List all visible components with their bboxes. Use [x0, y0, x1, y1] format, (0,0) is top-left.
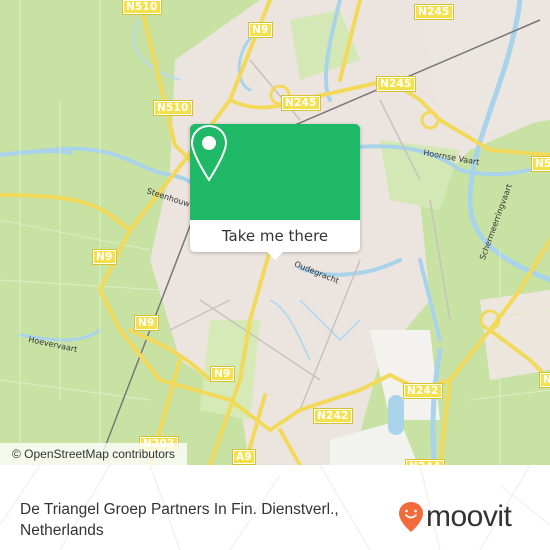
place-name-line2: Netherlands	[20, 522, 104, 539]
road-label-n9: N9	[92, 249, 117, 265]
road-label-n245: N245	[414, 4, 454, 20]
road-label-a9: A9	[232, 449, 256, 465]
moovit-logo[interactable]: moovit	[398, 500, 512, 533]
popup-header	[190, 124, 360, 220]
road-label-n242: N242	[313, 408, 353, 424]
road-label-n245: N245	[376, 76, 416, 92]
road-label-n510: N510	[153, 100, 193, 116]
road-label-n50: N50	[531, 156, 550, 172]
moovit-wordmark: moovit	[426, 500, 512, 533]
take-me-there-button[interactable]: Take me there	[190, 220, 360, 252]
map-attribution[interactable]: © OpenStreetMap contributors	[0, 443, 187, 465]
footer: De Triangel Groep Partners In Fin. Diens…	[0, 465, 550, 550]
road-label-n9: N9	[210, 366, 235, 382]
road-label-n9: N9	[134, 315, 159, 331]
road-label-n242: N242	[403, 383, 443, 399]
place-name-line1: De Triangel Groep Partners In Fin. Diens…	[20, 501, 339, 518]
location-pin-icon	[190, 124, 228, 182]
location-popup[interactable]: Take me there	[190, 124, 360, 260]
road-label-n9: N9	[248, 22, 273, 38]
popup-pointer	[267, 252, 283, 260]
place-name: De Triangel Groep Partners In Fin. Diens…	[20, 499, 339, 541]
moovit-logo-icon	[399, 502, 423, 532]
road-label-n5: N5	[539, 372, 550, 388]
road-label-n510: N510	[122, 0, 162, 15]
map-view[interactable]: N510 N510 N9 N245 N245 N245 N50 N9 N9 N9…	[0, 0, 550, 465]
road-label-n245: N245	[281, 95, 321, 111]
